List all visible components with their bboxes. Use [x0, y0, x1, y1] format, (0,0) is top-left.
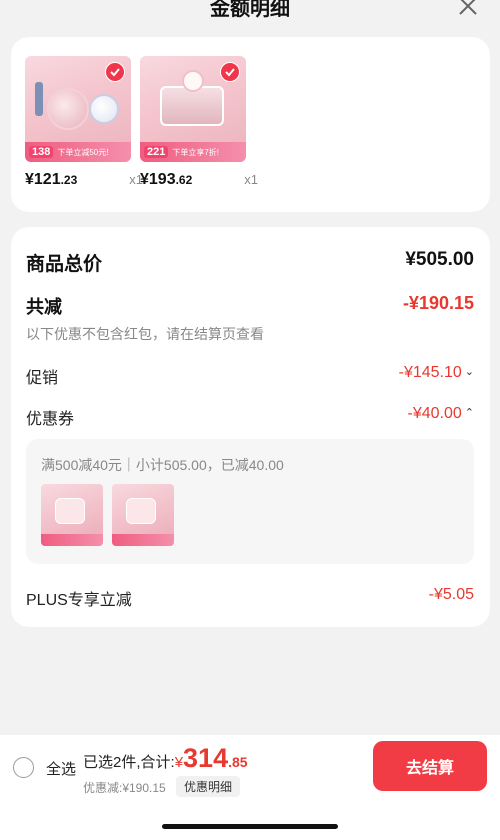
product-item[interactable]: 138 下单立减50元! ¥121.23 x1	[25, 56, 145, 193]
close-button[interactable]	[456, 0, 480, 18]
home-indicator	[162, 824, 338, 829]
coupon-detail-box: 满500减40元｜小计505.00，已减40.00	[26, 439, 474, 564]
check-icon	[225, 68, 235, 77]
discount-amount: 优惠减:¥190.15	[83, 781, 166, 795]
products-card: 138 下单立减50元! ¥121.23 x1 221 下单立享7折! ¥193…	[11, 37, 490, 212]
close-icon	[459, 0, 477, 15]
total-reduction-value: -¥190.15	[402, 293, 474, 313]
sheet-header: 金额明细	[0, 0, 500, 32]
select-all-label[interactable]: 全选	[46, 758, 76, 779]
coupon-value: -¥40.00	[407, 405, 462, 422]
plus-discount-value: -¥5.05	[428, 586, 474, 603]
product-price: ¥121.23	[25, 171, 78, 188]
selected-total: 已选2件,合计:¥314.85	[83, 743, 248, 773]
promotion-value: -¥145.10	[398, 364, 462, 381]
checkout-button[interactable]: 去结算	[373, 741, 487, 791]
product-quantity: x1	[244, 172, 258, 187]
product-promo-banner: 138 下单立减50元!	[25, 142, 131, 162]
plus-discount-label: PLUS专享立减	[26, 592, 132, 609]
product-price: ¥193.62	[140, 171, 193, 188]
product-image[interactable]: 221 下单立享7折!	[140, 56, 246, 162]
coupon-product-thumb	[112, 484, 174, 546]
promotion-label: 促销	[26, 370, 59, 387]
coupon-product-thumb	[41, 484, 103, 546]
product-image[interactable]: 138 下单立减50元!	[25, 56, 131, 162]
checkout-footer: 全选 已选2件,合计:¥314.85 优惠减:¥190.15 优惠明细 去结算	[0, 735, 500, 840]
total-amount-int: 314	[183, 743, 229, 773]
coupon-description: 满500减40元｜小计505.00，已减40.00	[41, 457, 284, 473]
check-icon	[110, 68, 120, 77]
coupon-label: 优惠券	[26, 411, 75, 428]
total-reduction-label: 共减	[26, 297, 62, 317]
sheet-title: 金额明细	[210, 0, 290, 20]
chevron-up-icon: ⌃	[464, 407, 474, 419]
select-all-radio[interactable]	[13, 757, 34, 778]
chevron-down-icon: ⌄	[464, 366, 474, 378]
product-item[interactable]: 221 下单立享7折! ¥193.62 x1	[140, 56, 260, 193]
discount-note: 以下优惠不包含红包，请在结算页查看	[26, 326, 264, 342]
selected-check[interactable]	[105, 62, 125, 82]
selected-count-text: 已选2件,合计:	[83, 754, 175, 771]
total-price-value: ¥505.00	[405, 249, 474, 270]
discount-detail-button[interactable]: 优惠明细	[176, 776, 241, 797]
total-amount-dec: .85	[228, 754, 248, 770]
total-price-label: 商品总价	[26, 254, 103, 275]
selected-check[interactable]	[220, 62, 240, 82]
product-promo-banner: 221 下单立享7折!	[140, 142, 246, 162]
price-summary-card: 商品总价 ¥505.00 共减 -¥190.15 以下优惠不包含红包，请在结算页…	[11, 227, 490, 627]
